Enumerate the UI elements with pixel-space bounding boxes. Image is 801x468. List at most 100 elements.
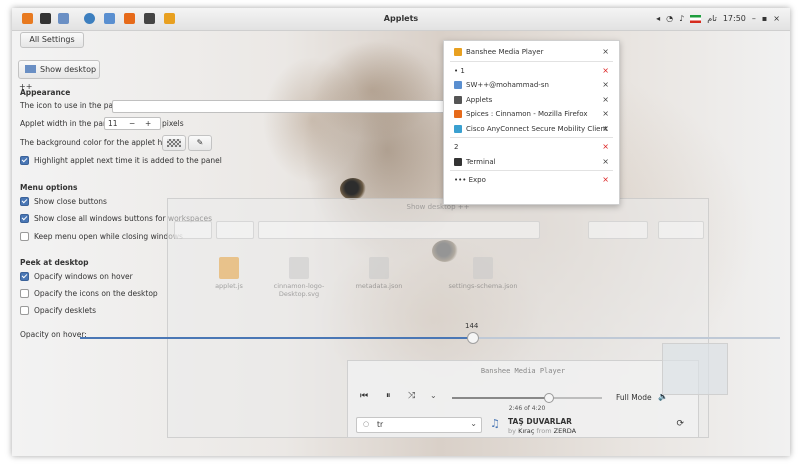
opacity-slider-knob[interactable] — [467, 332, 479, 344]
previous-icon[interactable]: ⏮ — [360, 391, 368, 401]
show-desktop-applet-button[interactable]: Show desktop ++ — [18, 60, 100, 91]
chevron-down-icon[interactable]: ⌄ — [430, 391, 437, 400]
file-name: applet.js — [215, 282, 243, 290]
file-manager-title: Show desktop ++ — [406, 203, 470, 211]
highlight-label: Highlight applet next time it is added t… — [34, 156, 222, 165]
keyboard-layout-flag-icon[interactable] — [690, 14, 702, 23]
menu-separator — [450, 137, 613, 138]
show-close-all-checkbox[interactable] — [20, 214, 29, 223]
date-label: تام — [707, 14, 717, 23]
by-label: by — [508, 427, 516, 435]
folder-icon — [454, 81, 462, 89]
highlight-checkbox[interactable] — [20, 156, 29, 165]
window-item[interactable]: Cisco AnyConnect Secure Mobility Client × — [444, 122, 619, 136]
opacity-slider-fill — [80, 337, 472, 339]
window-label: Applets — [466, 95, 493, 104]
desktop-thumbnail — [662, 343, 728, 395]
workspace-label: 2 — [454, 143, 459, 151]
highlight-checkbox-row[interactable]: Highlight applet next time it is added t… — [20, 156, 222, 165]
opacify-windows-row[interactable]: Opacify windows on hover — [20, 272, 133, 281]
view-buttons[interactable] — [588, 221, 648, 239]
shuffle-icon[interactable]: ⤨ — [408, 391, 415, 401]
eyedropper-button[interactable]: ✎ — [188, 135, 212, 151]
window-label: Cisco AnyConnect Secure Mobility Client — [466, 124, 608, 133]
layout-buttons[interactable] — [658, 221, 704, 239]
breadcrumb[interactable] — [258, 221, 540, 239]
clock[interactable]: 17:50 — [723, 14, 746, 23]
banshee-player: Banshee Media Player ⏮ ⏸ ⤨ ⌄ 2:46 of 4:2… — [347, 360, 699, 438]
show-close-row[interactable]: Show close buttons — [20, 197, 107, 206]
width-value[interactable]: 11 — [108, 119, 118, 128]
opacify-icons-row[interactable]: Opacify the icons on the desktop — [20, 289, 158, 298]
full-mode-button[interactable]: Full Mode — [616, 393, 652, 402]
close-icon[interactable]: × — [602, 66, 609, 75]
close-icon[interactable]: × — [602, 109, 609, 118]
file-item[interactable]: settings-schema.json — [438, 257, 528, 290]
applets-window: Applets ◂ ◔ ♪ تام 17:50 – ▪ × All Settin… — [12, 8, 790, 456]
close-icon[interactable]: × — [602, 95, 609, 104]
workspace-item[interactable]: 2 × — [444, 140, 619, 154]
window-label: Spices : Cinnamon - Mozilla Firefox — [466, 110, 588, 118]
show-close-checkbox[interactable] — [20, 197, 29, 206]
file-item[interactable]: cinnamon-logo-Desktop.svg — [268, 257, 330, 298]
nav-buttons[interactable] — [174, 221, 212, 239]
opacify-icons-checkbox[interactable] — [20, 289, 29, 298]
close-icon[interactable]: × — [602, 157, 609, 166]
window-label: Terminal — [466, 157, 496, 166]
eyedropper-icon: ✎ — [196, 138, 204, 147]
file-item[interactable]: applet.js — [198, 257, 260, 290]
elapsed-time: 2:46 of 4:20 — [508, 405, 546, 412]
opacify-windows-checkbox[interactable] — [20, 272, 29, 281]
radio-icon: ○ — [363, 420, 370, 428]
window-item[interactable]: Banshee Media Player × — [444, 45, 619, 59]
file-name: settings-schema.json — [448, 282, 518, 290]
minimize-button[interactable]: – — [752, 14, 756, 23]
left-arrow-icon[interactable]: ◂ — [656, 14, 660, 23]
wifi-icon[interactable]: ◔ — [666, 14, 673, 23]
music-note-icon[interactable]: ♪ — [679, 14, 684, 23]
close-icon[interactable]: × — [602, 175, 609, 184]
close-icon[interactable]: × — [602, 142, 609, 151]
opacify-desklets-row[interactable]: Opacify desklets — [20, 306, 96, 315]
pause-icon[interactable]: ⏸ — [386, 391, 391, 401]
track-subtitle: by Kıraç from ZERDA — [508, 427, 576, 435]
file-name: metadata.json — [355, 282, 403, 290]
opacity-slider[interactable] — [80, 332, 780, 344]
opacity-value: 144 — [465, 322, 479, 330]
window-item[interactable]: Spices : Cinnamon - Mozilla Firefox × — [444, 107, 619, 121]
file-item[interactable]: metadata.json — [348, 257, 410, 290]
cisco-icon — [454, 124, 462, 133]
close-icon[interactable]: × — [602, 124, 609, 133]
close-icon[interactable]: × — [602, 47, 609, 56]
close-icon[interactable]: × — [602, 80, 609, 89]
minus-icon[interactable]: − — [129, 118, 135, 129]
workspace-item[interactable]: ••• Expo × — [444, 173, 619, 187]
all-settings-button[interactable]: All Settings — [20, 32, 84, 48]
source-select[interactable]: ○ tr ⌄ — [356, 417, 482, 433]
maximize-button[interactable]: ▪ — [762, 14, 767, 23]
plus-icon[interactable]: + — [145, 118, 151, 129]
banshee-title: Banshee Media Player — [480, 367, 566, 375]
width-unit: pixels — [162, 119, 184, 128]
track-progress-bar[interactable] — [452, 393, 602, 403]
keep-open-row[interactable]: Keep menu open while closing windows — [20, 232, 183, 241]
source-value: tr — [377, 420, 384, 429]
repeat-icon[interactable]: ⟳ — [676, 419, 684, 429]
js-file-icon — [219, 257, 239, 279]
width-stepper[interactable]: 11 − + — [104, 117, 161, 130]
close-button[interactable]: × — [773, 14, 780, 23]
opacify-desklets-checkbox[interactable] — [20, 306, 29, 315]
window-item[interactable]: Terminal × — [444, 155, 619, 169]
home-buttons[interactable] — [216, 221, 254, 239]
workspace-item[interactable]: • 1 × — [444, 64, 619, 78]
window-item[interactable]: SW++@mohammad-sn × — [444, 78, 619, 92]
color-picker-button[interactable] — [162, 135, 186, 151]
window-item[interactable]: Applets × — [444, 93, 619, 107]
keep-open-checkbox[interactable] — [20, 232, 29, 241]
desktop-icon — [25, 65, 36, 73]
window-label: SW++@mohammad-sn — [466, 81, 549, 89]
file-name: cinnamon-logo-Desktop.svg — [273, 282, 325, 298]
track-progress-knob[interactable] — [544, 393, 554, 403]
menu-options-heading: Menu options — [20, 183, 78, 192]
opacify-icons-label: Opacify the icons on the desktop — [34, 289, 158, 298]
